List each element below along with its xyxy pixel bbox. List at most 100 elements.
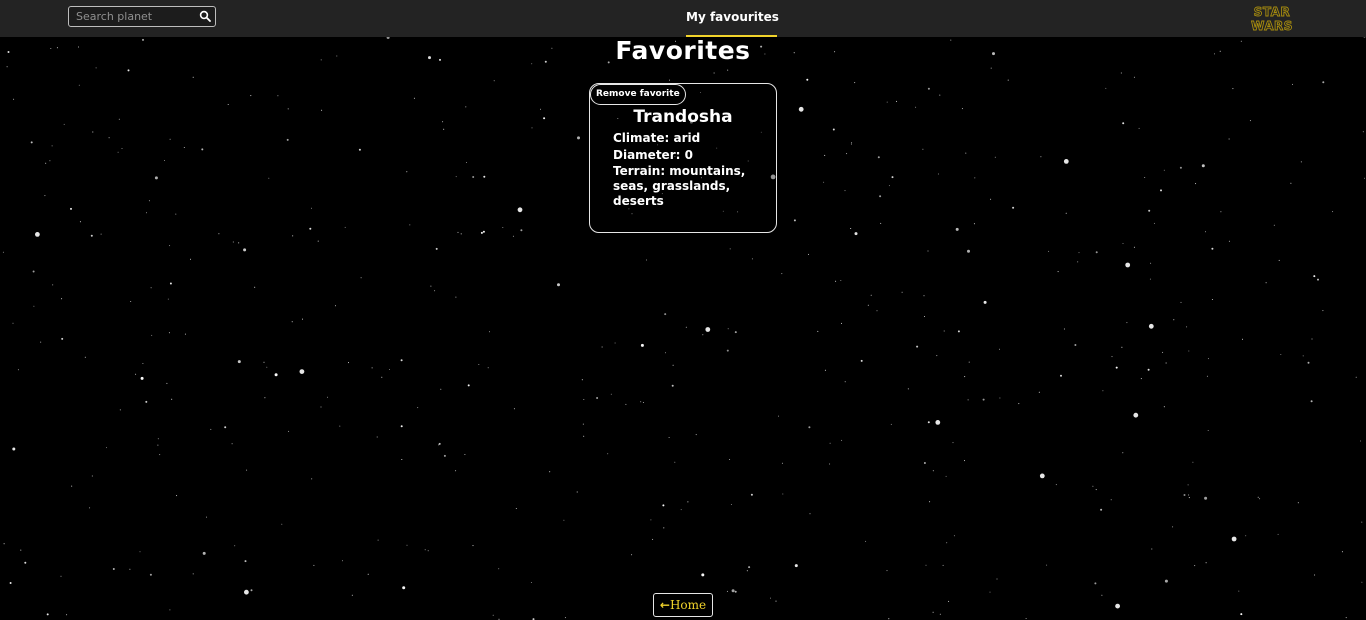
- star: [974, 177, 976, 179]
- star: [671, 384, 674, 387]
- star: [989, 591, 991, 593]
- star: [1188, 494, 1190, 496]
- star: [264, 397, 266, 399]
- star: [1133, 246, 1135, 248]
- star: [169, 282, 172, 285]
- star: [939, 94, 941, 96]
- star: [1125, 262, 1131, 268]
- star: [990, 198, 992, 200]
- star: [1122, 243, 1124, 244]
- star: [95, 67, 97, 69]
- star: [169, 138, 171, 140]
- search-input[interactable]: [69, 7, 195, 26]
- star: [1164, 579, 1168, 583]
- star: [1133, 412, 1139, 418]
- star: [1231, 536, 1237, 542]
- planet-climate: Climate: arid: [613, 131, 701, 145]
- star: [232, 241, 234, 243]
- star: [891, 176, 894, 179]
- star: [520, 229, 523, 232]
- star: [937, 173, 939, 175]
- star: [1115, 366, 1118, 369]
- star: [175, 213, 177, 215]
- search-box: [68, 6, 216, 27]
- star: [582, 423, 584, 425]
- star: [1257, 496, 1259, 498]
- star: [1195, 183, 1197, 185]
- nav-link-my-favourites[interactable]: My favourites: [686, 0, 779, 37]
- star: [916, 345, 919, 348]
- star: [1317, 278, 1319, 281]
- star: [406, 171, 408, 173]
- planet-name: Trandosha: [633, 107, 733, 127]
- star-wars-logo[interactable]: STAR WARS: [1244, 3, 1300, 33]
- home-button[interactable]: ←Home: [653, 593, 713, 617]
- remove-favorite-button[interactable]: Remove favorite: [590, 84, 686, 105]
- star: [729, 459, 731, 460]
- star: [687, 501, 689, 503]
- star: [832, 128, 835, 131]
- star: [850, 143, 852, 145]
- star: [167, 298, 169, 300]
- star: [968, 361, 970, 363]
- star: [466, 162, 467, 163]
- star: [402, 586, 406, 590]
- star: [1302, 355, 1304, 357]
- star: [309, 227, 312, 230]
- star: [927, 87, 930, 90]
- star: [923, 295, 925, 297]
- star: [313, 564, 315, 566]
- star: [549, 471, 551, 473]
- star: [925, 564, 927, 566]
- star: [1140, 378, 1142, 380]
- star: [286, 138, 289, 141]
- star: [1186, 326, 1188, 328]
- star: [1162, 351, 1164, 353]
- star: [1133, 76, 1135, 78]
- star: [467, 384, 470, 387]
- star: [424, 549, 426, 551]
- star: [939, 613, 941, 615]
- star: [12, 322, 14, 324]
- star: [999, 397, 1001, 399]
- star: [443, 454, 446, 457]
- star: [1355, 376, 1357, 378]
- page-title: Favorites: [615, 36, 751, 65]
- star: [320, 406, 322, 408]
- star: [464, 454, 466, 455]
- star: [1038, 391, 1040, 393]
- star: [1057, 271, 1059, 273]
- star: [1204, 496, 1208, 500]
- star: [927, 421, 930, 424]
- svg-text:WARS: WARS: [1251, 19, 1293, 33]
- star: [311, 207, 312, 209]
- star: [1249, 120, 1251, 122]
- star: [442, 121, 444, 123]
- star: [664, 313, 667, 316]
- star: [92, 131, 94, 133]
- star: [512, 235, 514, 237]
- star: [311, 478, 313, 480]
- search-icon[interactable]: [199, 10, 211, 22]
- star: [809, 513, 811, 515]
- star: [1277, 533, 1279, 535]
- star: [850, 228, 852, 229]
- star: [886, 570, 888, 572]
- star: [990, 67, 992, 69]
- star: [71, 485, 73, 487]
- star: [20, 549, 22, 551]
- star: [1122, 452, 1124, 454]
- star: [89, 507, 91, 509]
- star: [502, 227, 504, 228]
- star: [1297, 502, 1299, 504]
- star: [389, 369, 390, 370]
- star: [642, 402, 644, 403]
- star: [292, 235, 294, 237]
- star: [244, 560, 247, 563]
- star: [1242, 338, 1243, 340]
- star: [63, 123, 65, 125]
- star: [517, 207, 523, 213]
- star: [24, 561, 27, 564]
- star: [234, 545, 236, 547]
- star: [927, 250, 929, 252]
